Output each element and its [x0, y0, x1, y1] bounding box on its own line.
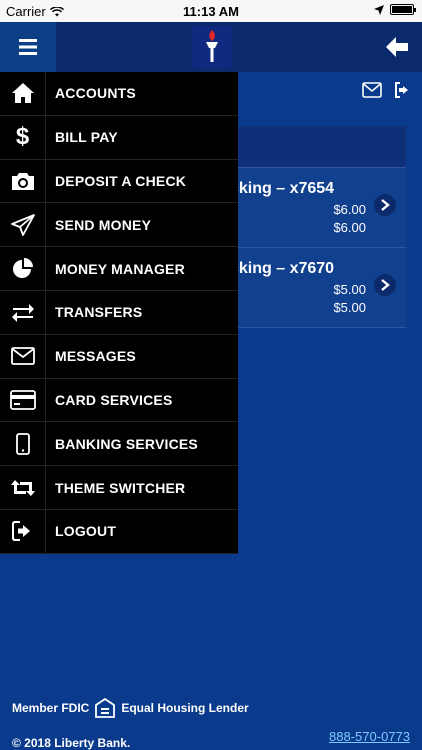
account-balance: $5.00	[333, 282, 366, 297]
status-right	[374, 4, 416, 15]
back-button[interactable]	[382, 32, 412, 62]
menu-item-messages[interactable]: MESSAGES	[0, 334, 238, 379]
menu-item-send-money[interactable]: SEND MONEY	[0, 203, 238, 248]
account-available-balance: $6.00	[333, 220, 366, 235]
menu-item-label: CARD SERVICES	[55, 391, 173, 408]
menu-item-logout[interactable]: LOGOUT	[0, 509, 238, 554]
menu-icon-cell	[0, 466, 46, 509]
account-balance: $6.00	[333, 202, 366, 217]
chevron-right-icon	[381, 279, 390, 291]
menu-item-card-services[interactable]: CARD SERVICES	[0, 378, 238, 423]
menu-item-transfers[interactable]: TRANSFERS	[0, 290, 238, 335]
credit-card-icon	[9, 390, 36, 410]
location-arrow-icon	[374, 4, 384, 15]
menu-item-label: THEME SWITCHER	[55, 479, 186, 496]
menu-item-label: BANKING SERVICES	[55, 435, 198, 452]
chevron-right-icon	[381, 199, 390, 211]
menu-item-label: TRANSFERS	[55, 304, 143, 321]
account-chevron-button[interactable]	[374, 194, 396, 216]
menu-icon-cell	[0, 378, 46, 422]
envelope-icon	[10, 347, 35, 366]
menu-item-banking-services[interactable]: BANKING SERVICES	[0, 422, 238, 467]
menu-item-money-manager[interactable]: MONEY MANAGER	[0, 247, 238, 291]
equal-housing-icon	[95, 698, 116, 718]
menu-item-deposit-check[interactable]: DEPOSIT A CHECK	[0, 159, 238, 204]
menu-item-label: MESSAGES	[55, 348, 136, 365]
menu-button[interactable]	[0, 22, 56, 72]
menu-item-label: SEND MONEY	[55, 216, 152, 233]
transfer-arrows-icon	[11, 304, 34, 323]
account-name: cking – x7654	[230, 180, 335, 197]
app-header	[0, 22, 422, 72]
account-name: cking – x7670	[230, 260, 335, 277]
logout-icon	[11, 521, 30, 542]
retweet-icon	[10, 479, 35, 496]
camera-icon	[11, 172, 34, 190]
paper-plane-icon	[10, 213, 35, 236]
torch-logo-icon	[206, 30, 218, 62]
home-icon	[11, 83, 34, 104]
side-menu: ACCOUNTS $ BILL PAY DEPOSIT A CHECK SEND…	[0, 72, 238, 554]
footer-member-info: Member FDIC Equal Housing Lender	[12, 698, 249, 718]
phone-link[interactable]: 888-570-0773	[329, 729, 410, 744]
status-bar: Carrier 11:13 AM	[0, 0, 422, 22]
menu-icon-cell	[0, 247, 46, 290]
menu-icon-cell	[0, 72, 46, 115]
menu-item-bill-pay[interactable]: $ BILL PAY	[0, 115, 238, 160]
phone-icon	[15, 432, 30, 455]
dollar-icon: $	[15, 123, 30, 151]
copyright-text: © 2018 Liberty Bank.	[12, 736, 131, 750]
menu-item-label: DEPOSIT A CHECK	[55, 172, 187, 189]
account-chevron-button[interactable]	[374, 274, 396, 296]
status-time: 11:13 AM	[183, 4, 239, 19]
hamburger-icon	[19, 39, 37, 55]
menu-item-label: BILL PAY	[55, 129, 118, 146]
menu-item-label: LOGOUT	[55, 523, 117, 540]
menu-icon-cell: $	[0, 115, 46, 159]
account-available-balance: $5.00	[333, 300, 366, 315]
menu-icon-cell	[0, 203, 46, 247]
sub-header-actions	[362, 82, 412, 98]
menu-item-accounts[interactable]: ACCOUNTS	[0, 72, 238, 116]
battery-icon	[390, 4, 416, 15]
logout-icon[interactable]	[394, 82, 412, 98]
envelope-icon[interactable]	[362, 82, 382, 98]
menu-icon-cell	[0, 334, 46, 378]
bank-logo	[192, 26, 232, 68]
menu-item-label: ACCOUNTS	[55, 85, 136, 102]
equal-housing-text: Equal Housing Lender	[121, 701, 249, 715]
member-fdic-text: Member FDIC	[12, 701, 90, 715]
menu-item-label: MONEY MANAGER	[55, 260, 185, 277]
menu-item-theme-switcher[interactable]: THEME SWITCHER	[0, 466, 238, 510]
menu-icon-cell	[0, 290, 46, 334]
battery-fill	[392, 6, 412, 13]
pie-chart-icon	[12, 257, 33, 278]
menu-icon-cell	[0, 159, 46, 203]
menu-icon-cell	[0, 422, 46, 466]
back-arrow-icon	[386, 37, 408, 57]
menu-icon-cell	[0, 509, 46, 553]
